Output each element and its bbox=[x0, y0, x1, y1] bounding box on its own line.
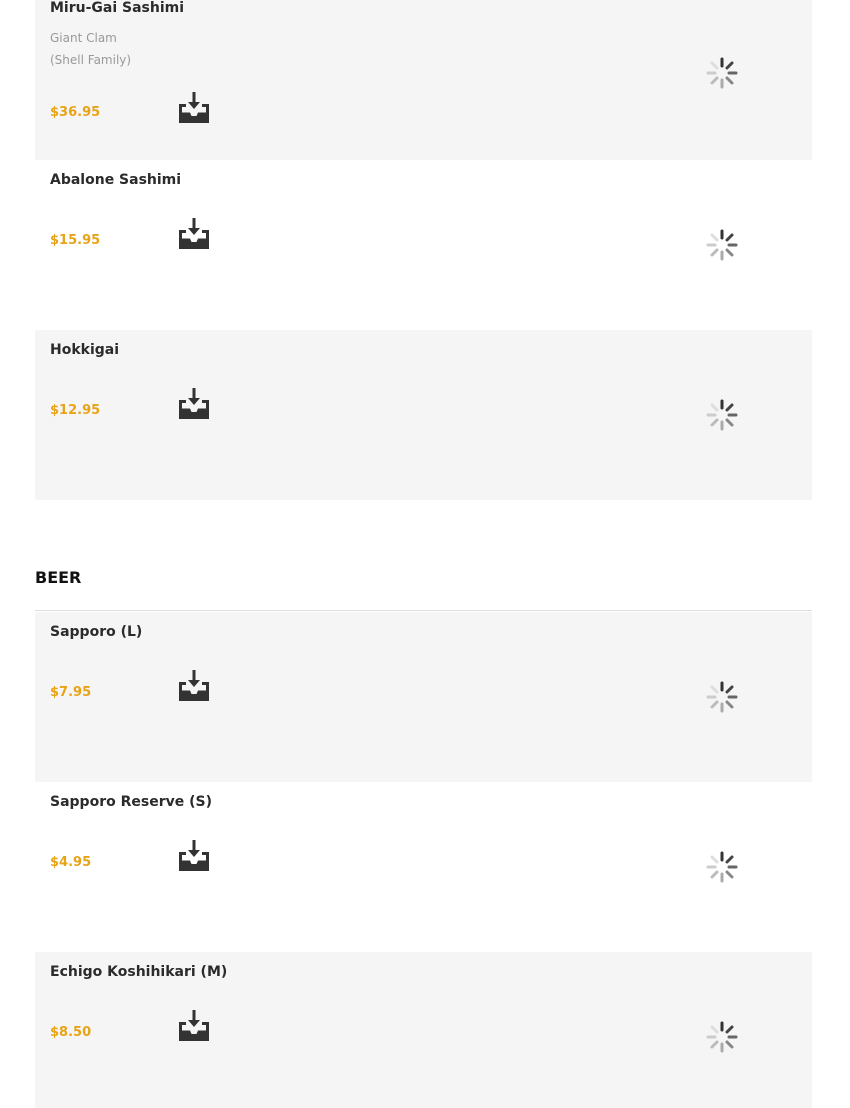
add-to-cart-button[interactable] bbox=[178, 386, 210, 420]
add-to-cart-icon bbox=[179, 388, 209, 419]
add-to-cart-icon bbox=[179, 218, 209, 249]
add-to-cart-button[interactable] bbox=[178, 1008, 210, 1042]
item-image-placeholder bbox=[705, 680, 739, 714]
item-price: $7.95 bbox=[50, 685, 92, 700]
add-to-cart-icon bbox=[179, 92, 209, 123]
loading-spinner-icon bbox=[706, 57, 738, 89]
loading-spinner-icon bbox=[706, 399, 738, 431]
item-image-placeholder bbox=[705, 1020, 739, 1054]
item-description-line: (Shell Family) bbox=[50, 53, 132, 67]
item-image-placeholder bbox=[705, 228, 739, 262]
item-name: Echigo Koshihikari (M) bbox=[50, 964, 228, 980]
item-image-placeholder bbox=[705, 56, 739, 90]
loading-spinner-icon bbox=[706, 1021, 738, 1053]
loading-spinner-icon bbox=[706, 229, 738, 261]
item-name: Miru-Gai Sashimi bbox=[50, 0, 185, 16]
item-price: $8.50 bbox=[50, 1025, 92, 1040]
item-price: $15.95 bbox=[50, 233, 101, 248]
item-price: $36.95 bbox=[50, 105, 101, 120]
item-description: Giant Clam (Shell Family) bbox=[50, 27, 131, 71]
add-to-cart-button[interactable] bbox=[178, 838, 210, 872]
add-to-cart-icon bbox=[179, 670, 209, 701]
section-title-beer: BEER bbox=[35, 568, 82, 587]
item-name: Sapporo Reserve (S) bbox=[50, 794, 212, 810]
menu-item-card: Miru-Gai Sashimi Giant Clam (Shell Famil… bbox=[35, 0, 812, 160]
item-price: $12.95 bbox=[50, 403, 101, 418]
item-price: $4.95 bbox=[50, 855, 92, 870]
item-name: Sapporo (L) bbox=[50, 624, 143, 640]
add-to-cart-button[interactable] bbox=[178, 90, 210, 124]
item-description-line: Giant Clam bbox=[50, 31, 117, 45]
item-image-placeholder bbox=[705, 398, 739, 432]
item-name: Hokkigai bbox=[50, 342, 120, 358]
loading-spinner-icon bbox=[706, 851, 738, 883]
menu-item-card: Echigo Koshihikari (M) $8.50 bbox=[35, 952, 812, 1108]
add-to-cart-icon bbox=[179, 1010, 209, 1041]
menu-item-card: Sapporo (L) $7.95 bbox=[35, 612, 812, 782]
add-to-cart-icon bbox=[179, 840, 209, 871]
menu-item-card: Sapporo Reserve (S) $4.95 bbox=[35, 782, 812, 952]
item-name: Abalone Sashimi bbox=[50, 172, 182, 188]
menu-item-card: Hokkigai $12.95 bbox=[35, 330, 812, 500]
add-to-cart-button[interactable] bbox=[178, 216, 210, 250]
add-to-cart-button[interactable] bbox=[178, 668, 210, 702]
menu-item-card: Abalone Sashimi $15.95 bbox=[35, 160, 812, 330]
item-image-placeholder bbox=[705, 850, 739, 884]
loading-spinner-icon bbox=[706, 681, 738, 713]
section-divider bbox=[35, 610, 812, 611]
